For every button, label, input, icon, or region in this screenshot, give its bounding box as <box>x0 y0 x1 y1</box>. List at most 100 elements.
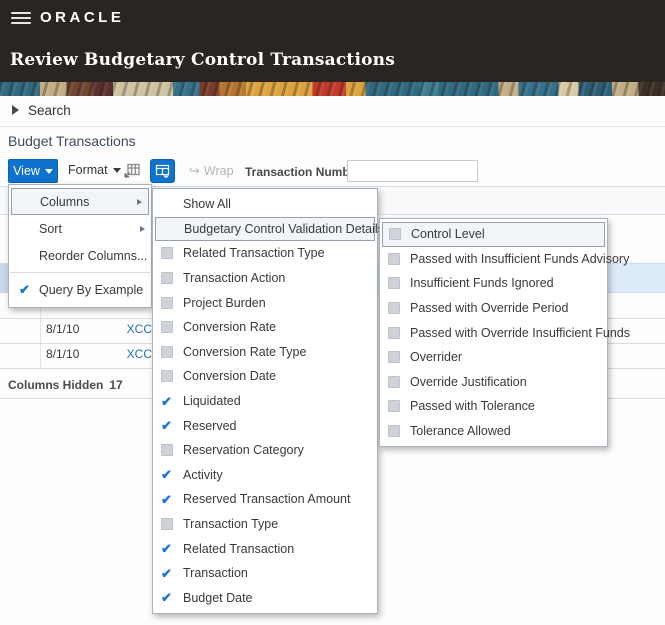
search-section-header[interactable]: Search <box>0 96 665 127</box>
transaction-number-label: Transaction Number <box>245 165 362 179</box>
menu-item-reserved-transaction-amount[interactable]: ✔ Reserved Transaction Amount <box>153 487 377 512</box>
query-by-example-filter-icon <box>155 164 170 178</box>
menu-item-label: Conversion Date <box>183 369 277 384</box>
menu-separator <box>10 272 150 273</box>
menu-item-label: Reservation Category <box>183 443 304 458</box>
menu-item-label: Passed with Override Insufficient Funds <box>410 325 631 340</box>
menu-item-label: Passed with Tolerance <box>410 399 535 414</box>
unchecked-checkbox-icon <box>161 444 183 457</box>
app-window: ORACLE Review Budgetary Control Transact… <box>0 0 665 625</box>
budgetary-control-validation-details-submenu: Control Level Passed with Insufficient Fu… <box>379 218 630 448</box>
checkmark-icon: ✔ <box>161 565 172 581</box>
menu-item-related-transaction-type[interactable]: Related Transaction Type <box>153 241 377 266</box>
transaction-link[interactable]: XCC <box>108 322 152 336</box>
menu-item-query-by-example[interactable]: ✔ Query By Example <box>9 276 151 303</box>
menu-item-columns[interactable]: Columns <box>11 188 149 215</box>
menu-item-label: Columns <box>40 194 90 209</box>
menu-item-project-burden[interactable]: Project Burden <box>153 290 377 315</box>
menu-item-label: Conversion Rate Type <box>183 344 307 359</box>
query-by-example-filter-button[interactable] <box>150 159 175 183</box>
unchecked-checkbox-icon <box>161 518 183 531</box>
wrap-button[interactable]: ↩ Wrap <box>189 163 234 179</box>
menu-item-label: Transaction <box>183 566 248 581</box>
unchecked-checkbox-icon <box>161 296 183 309</box>
menu-item-budget-date[interactable]: ✔ Budget Date <box>153 586 377 611</box>
menu-item-tolerance-allowed[interactable]: Tolerance Allowed <box>380 419 607 444</box>
menu-item-override-justification[interactable]: Override Justification <box>380 370 607 395</box>
menu-item-sort[interactable]: Sort <box>9 215 151 242</box>
menu-item-label: Activity <box>183 467 223 482</box>
format-menu-button[interactable]: Format <box>68 163 121 177</box>
unchecked-checkbox-icon <box>388 375 410 388</box>
hamburger-menu-icon[interactable] <box>11 12 31 26</box>
menu-item-transaction[interactable]: ✔ Transaction <box>153 561 377 586</box>
menu-item-label: Show All <box>183 197 231 212</box>
unchecked-checkbox-icon <box>388 277 410 290</box>
checkmark-icon: ✔ <box>19 282 30 297</box>
menu-item-transaction-type[interactable]: Transaction Type <box>153 512 377 537</box>
menu-item-activity[interactable]: ✔ Activity <box>153 463 377 488</box>
menu-item-label: Related Transaction Type <box>183 246 325 261</box>
menu-item-reserved[interactable]: ✔ Reserved <box>153 413 377 438</box>
view-menu-button[interactable]: View <box>8 159 58 183</box>
menu-item-conversion-rate-type[interactable]: Conversion Rate Type <box>153 340 377 365</box>
detach-icon[interactable] <box>123 162 141 180</box>
oracle-logo: ORACLE <box>40 9 125 26</box>
menu-item-reservation-category[interactable]: Reservation Category <box>153 438 377 463</box>
top-header-bar: ORACLE Review Budgetary Control Transact… <box>0 0 665 82</box>
menu-item-label: Reserved <box>183 418 237 433</box>
menu-item-label: Sort <box>39 221 62 236</box>
chevron-down-icon <box>44 168 53 174</box>
transaction-link[interactable]: XCC <box>108 347 152 361</box>
wrap-button-label: Wrap <box>203 164 234 178</box>
menu-item-label: Budget Date <box>183 590 253 605</box>
menu-item-passed-with-override-insufficient-funds[interactable]: Passed with Override Insufficient Funds <box>380 320 630 345</box>
menu-item-label: Transaction Type <box>183 517 279 532</box>
expand-arrow-icon[interactable] <box>12 105 19 115</box>
transaction-number-input[interactable] <box>347 160 478 182</box>
menu-item-budgetary-control-validation-details[interactable]: Budgetary Control Validation Details <box>155 216 389 242</box>
section-title: Budget Transactions <box>8 133 136 149</box>
menu-item-passed-with-tolerance[interactable]: Passed with Tolerance <box>380 394 607 419</box>
menu-item-label: Budgetary Control Validation Details <box>184 221 384 236</box>
menu-item-conversion-rate[interactable]: Conversion Rate <box>153 315 377 340</box>
page-title: Review Budgetary Control Transactions <box>10 50 396 70</box>
menu-item-label: Reorder Columns... <box>39 248 148 263</box>
menu-item-insufficient-funds-ignored[interactable]: Insufficient Funds Ignored <box>380 271 607 296</box>
unchecked-checkbox-icon <box>388 351 410 364</box>
menu-item-label: Passed with Insufficient Funds Advisory <box>410 251 630 266</box>
menu-item-show-all[interactable]: Show All <box>153 192 377 217</box>
menu-item-transaction-action[interactable]: Transaction Action <box>153 266 377 291</box>
unchecked-checkbox-icon <box>161 370 183 383</box>
table-row[interactable]: 8/1/10 XCC <box>0 322 160 340</box>
budget-date-cell: 8/1/10 <box>46 322 80 336</box>
format-menu-button-label: Format <box>68 163 108 177</box>
menu-item-control-level[interactable]: Control Level <box>382 222 605 247</box>
columns-hidden-label: Columns Hidden <box>8 378 104 392</box>
unchecked-checkbox-icon <box>388 302 410 315</box>
menu-item-passed-with-insufficient-funds-advisory[interactable]: Passed with Insufficient Funds Advisory <box>380 247 629 272</box>
menu-item-label: Control Level <box>411 227 485 242</box>
budget-date-cell: 8/1/10 <box>46 347 80 361</box>
menu-item-conversion-date[interactable]: Conversion Date <box>153 364 377 389</box>
unchecked-checkbox-icon <box>388 252 410 265</box>
checkmark-icon: ✔ <box>161 491 172 507</box>
menu-item-overrider[interactable]: Overrider <box>380 345 607 370</box>
table-row[interactable]: 8/1/10 XCC <box>0 347 160 365</box>
wrap-icon: ↩ <box>189 163 200 178</box>
unchecked-checkbox-icon <box>388 425 410 438</box>
menu-item-label: Reserved Transaction Amount <box>183 492 351 507</box>
unchecked-checkbox-icon <box>161 247 183 260</box>
checkmark-icon: ✔ <box>161 590 172 606</box>
checkmark-icon: ✔ <box>161 418 172 434</box>
menu-item-passed-with-override-period[interactable]: Passed with Override Period <box>380 296 607 321</box>
menu-item-label: Transaction Action <box>183 271 286 286</box>
unchecked-checkbox-icon <box>161 272 183 285</box>
menu-item-label: Overrider <box>410 350 463 365</box>
decorative-banner <box>0 82 665 96</box>
search-section-label: Search <box>28 103 71 118</box>
submenu-arrow-icon <box>140 225 145 232</box>
menu-item-reorder-columns[interactable]: Reorder Columns... <box>9 242 151 269</box>
menu-item-related-transaction[interactable]: ✔ Related Transaction <box>153 536 377 561</box>
menu-item-liquidated[interactable]: ✔ Liquidated <box>153 389 377 414</box>
